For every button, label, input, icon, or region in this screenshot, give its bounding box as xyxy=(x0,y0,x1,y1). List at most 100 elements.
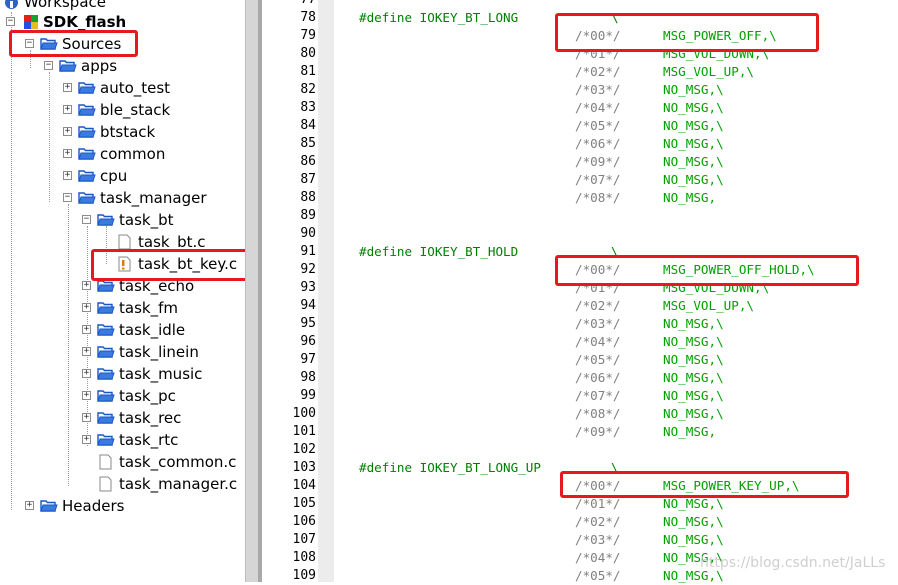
message-entry: MSG_VOL_UP,\ xyxy=(663,64,754,79)
tree-row-folder[interactable]: + cpu xyxy=(0,165,245,187)
tree-row-file[interactable]: task_manager.c xyxy=(0,473,245,495)
tree-row-folder[interactable]: + task_rtc xyxy=(0,429,245,451)
tree-row-folder[interactable]: + task_music xyxy=(0,363,245,385)
folder-label: task_rtc xyxy=(119,431,179,449)
line-number: 83 xyxy=(300,100,316,115)
tree-row-folder[interactable]: + btstack xyxy=(0,121,245,143)
line-number: 96 xyxy=(300,334,316,349)
folder-open-icon xyxy=(97,368,115,380)
tree-row-headers[interactable]: + Headers xyxy=(0,495,245,517)
folder-open-icon xyxy=(97,302,115,314)
expand-icon[interactable]: + xyxy=(63,105,72,114)
tree-row-folder[interactable]: + task_fm xyxy=(0,297,245,319)
project-icon xyxy=(24,15,38,29)
panel-splitter[interactable] xyxy=(245,0,258,582)
expand-icon[interactable]: + xyxy=(82,413,91,422)
expand-icon[interactable]: + xyxy=(63,149,72,158)
folder-label: task_linein xyxy=(119,343,199,361)
tree-row-folder[interactable]: + common xyxy=(0,143,245,165)
line-number: 100 xyxy=(292,406,316,421)
folder-label: task_bt xyxy=(119,211,174,229)
index-comment: /*04*/ xyxy=(575,100,621,115)
folder-label: task_music xyxy=(119,365,203,383)
message-entry: MSG_VOL_UP,\ xyxy=(663,298,754,313)
collapse-icon[interactable]: − xyxy=(63,193,72,202)
highlight-power-key-up xyxy=(560,471,849,498)
folder-open-icon xyxy=(97,390,115,402)
tree-row-folder[interactable]: + task_rec xyxy=(0,407,245,429)
folder-label: common xyxy=(100,145,166,163)
expand-icon[interactable]: + xyxy=(82,435,91,444)
expand-icon[interactable]: + xyxy=(63,171,72,180)
line-number: 78 xyxy=(300,10,316,25)
collapse-icon[interactable]: − xyxy=(82,215,91,224)
collapse-icon[interactable]: − xyxy=(6,17,15,26)
expand-icon[interactable]: + xyxy=(82,325,91,334)
folder-label: auto_test xyxy=(100,79,171,97)
expand-icon[interactable]: + xyxy=(82,391,91,400)
folder-open-icon xyxy=(40,500,58,512)
expand-icon[interactable]: + xyxy=(82,347,91,356)
line-number: 95 xyxy=(300,316,316,331)
index-comment: /*02*/ xyxy=(575,298,621,313)
message-entry: NO_MSG,\ xyxy=(663,388,724,403)
folder-open-icon xyxy=(97,214,115,226)
line-number: 107 xyxy=(292,532,316,547)
message-entry: NO_MSG, xyxy=(663,424,717,439)
editor-margin xyxy=(318,0,334,582)
expand-icon[interactable]: + xyxy=(82,281,91,290)
message-entry: NO_MSG, xyxy=(663,190,717,205)
folder-label: task_pc xyxy=(119,387,176,405)
expand-icon[interactable]: + xyxy=(25,501,34,510)
line-number: 99 xyxy=(300,388,316,403)
tree-row-folder[interactable]: + auto_test xyxy=(0,77,245,99)
tree-row-apps[interactable]: − apps xyxy=(0,55,245,77)
expand-icon[interactable]: + xyxy=(82,303,91,312)
expand-icon[interactable]: + xyxy=(82,369,91,378)
expand-icon[interactable]: + xyxy=(63,127,72,136)
line-number: 103 xyxy=(292,460,316,475)
folder-label: ble_stack xyxy=(100,101,171,119)
highlight-power-off-hold xyxy=(555,255,859,286)
index-comment: /*02*/ xyxy=(575,514,621,529)
line-number: 101 xyxy=(292,424,316,439)
expand-icon[interactable]: + xyxy=(63,83,72,92)
index-comment: /*04*/ xyxy=(575,334,621,349)
line-number: 106 xyxy=(292,514,316,529)
index-comment: /*02*/ xyxy=(575,64,621,79)
message-entry: NO_MSG,\ xyxy=(663,100,724,115)
file-label: task_common.c xyxy=(119,453,237,471)
collapse-icon[interactable]: − xyxy=(44,61,53,70)
folder-open-icon xyxy=(78,82,96,94)
line-number: 88 xyxy=(300,190,316,205)
folder-open-icon xyxy=(78,126,96,138)
tree-row-task-bt[interactable]: − task_bt xyxy=(0,209,245,231)
message-entry: NO_MSG,\ xyxy=(663,154,724,169)
tree-row-folder[interactable]: + task_pc xyxy=(0,385,245,407)
line-number: 93 xyxy=(300,280,316,295)
message-entry: NO_MSG,\ xyxy=(663,316,724,331)
highlight-sources xyxy=(9,30,138,57)
line-number: 105 xyxy=(292,496,316,511)
c-file-icon xyxy=(118,234,131,250)
message-entry: NO_MSG,\ xyxy=(663,370,724,385)
headers-label: Headers xyxy=(62,497,125,515)
apps-label: apps xyxy=(81,57,118,75)
file-label: task_manager.c xyxy=(119,475,238,493)
tree-row-folder[interactable]: + ble_stack xyxy=(0,99,245,121)
project-tree-panel: Workspace − SDK_flash − Sources − apps +… xyxy=(0,0,245,582)
message-entry: NO_MSG,\ xyxy=(663,334,724,349)
index-comment: /*08*/ xyxy=(575,190,621,205)
tree-row-folder[interactable]: + task_idle xyxy=(0,319,245,341)
index-comment: /*03*/ xyxy=(575,82,621,97)
line-number: 82 xyxy=(300,82,316,97)
tree-row-file[interactable]: task_common.c xyxy=(0,451,245,473)
tree-row-folder[interactable]: + task_linein xyxy=(0,341,245,363)
tree-row-task-manager[interactable]: − task_manager xyxy=(0,187,245,209)
message-entry: NO_MSG,\ xyxy=(663,118,724,133)
line-number: 77 xyxy=(262,0,316,9)
folder-open-icon xyxy=(78,192,96,204)
folder-open-icon xyxy=(97,434,115,446)
line-number: 91 xyxy=(300,244,316,259)
line-number: 92 xyxy=(300,262,316,277)
